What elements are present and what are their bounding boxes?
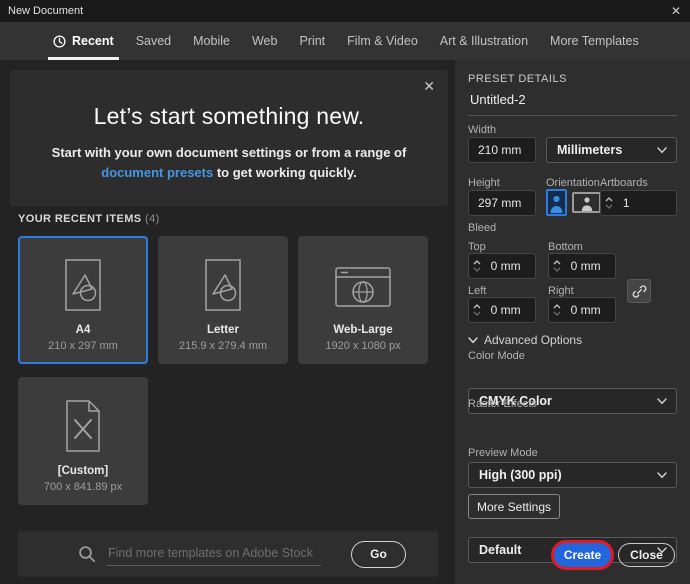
window-title: New Document bbox=[0, 5, 83, 17]
create-button[interactable]: Create bbox=[554, 543, 611, 567]
chevron-down-icon bbox=[657, 147, 667, 154]
preview-mode-value: Default bbox=[469, 543, 521, 557]
search-input[interactable] bbox=[106, 543, 321, 566]
bleed-link-values-button[interactable] bbox=[627, 279, 651, 303]
chevron-down-icon bbox=[657, 472, 667, 479]
bleed-left-field-wrap bbox=[468, 297, 536, 323]
artboards-field-wrap bbox=[600, 190, 677, 216]
preset-dimensions: 210 x 297 mm bbox=[20, 340, 146, 352]
chain-link-icon bbox=[632, 284, 647, 299]
advanced-options-toggle[interactable]: Advanced Options bbox=[468, 333, 582, 347]
recent-items-count: (4) bbox=[145, 213, 160, 225]
chevron-down-icon bbox=[657, 398, 667, 405]
new-document-dialog: New Document ✕ Recent Saved Mobile Web P… bbox=[0, 0, 690, 584]
template-search-bar: Go bbox=[18, 531, 438, 577]
artboards-label: Artboards bbox=[600, 177, 648, 189]
portrait-person-icon bbox=[548, 193, 565, 214]
preset-details-heading: PRESET DETAILS bbox=[468, 73, 567, 85]
preset-name: [Custom] bbox=[18, 465, 148, 477]
preset-card-web-large[interactable]: Web-Large 1920 x 1080 px bbox=[298, 236, 428, 364]
more-settings-button[interactable]: More Settings bbox=[468, 494, 560, 519]
bleed-top-field-wrap bbox=[468, 253, 536, 279]
tab-mobile[interactable]: Mobile bbox=[182, 22, 241, 60]
orientation-label: Orientation bbox=[546, 177, 600, 189]
print-document-icon bbox=[158, 258, 288, 312]
raster-effects-value: High (300 ppi) bbox=[469, 468, 562, 482]
bleed-top-stepper[interactable] bbox=[469, 254, 482, 278]
landscape-person-icon bbox=[580, 196, 594, 211]
recent-items-heading: YOUR RECENT ITEMS (4) bbox=[18, 213, 160, 225]
width-field-wrap bbox=[468, 137, 536, 163]
preset-details-panel: PRESET DETAILS Width Millimeters Height … bbox=[455, 60, 690, 584]
preset-card-a4[interactable]: A4 210 x 297 mm bbox=[18, 236, 148, 364]
hero-subtitle: Start with your own document settings or… bbox=[10, 143, 448, 183]
width-label: Width bbox=[468, 124, 496, 136]
bleed-top-input[interactable] bbox=[482, 259, 535, 273]
bleed-bottom-field-wrap bbox=[548, 253, 616, 279]
tab-film-video[interactable]: Film & Video bbox=[336, 22, 429, 60]
bleed-bottom-input[interactable] bbox=[562, 259, 615, 273]
bleed-left-label: Left bbox=[468, 285, 486, 297]
orientation-landscape-button[interactable] bbox=[572, 192, 601, 213]
bleed-left-stepper[interactable] bbox=[469, 298, 482, 322]
raster-effects-dropdown[interactable]: High (300 ppi) bbox=[468, 462, 677, 488]
preset-dimensions: 215.9 x 279.4 mm bbox=[158, 340, 288, 352]
web-browser-icon bbox=[298, 266, 428, 308]
preset-dimensions: 700 x 841.89 px bbox=[18, 481, 148, 493]
tab-web[interactable]: Web bbox=[241, 22, 288, 60]
document-name-input[interactable] bbox=[468, 90, 677, 116]
bleed-right-label: Right bbox=[548, 285, 574, 297]
chevron-down-icon bbox=[468, 337, 478, 344]
bleed-top-label: Top bbox=[468, 241, 486, 253]
tab-label: Recent bbox=[72, 34, 114, 48]
bleed-bottom-stepper[interactable] bbox=[549, 254, 562, 278]
template-tab-bar: Recent Saved Mobile Web Print Film & Vid… bbox=[0, 22, 690, 60]
preview-mode-label: Preview Mode bbox=[468, 447, 538, 459]
clock-icon bbox=[53, 35, 66, 48]
bleed-right-input[interactable] bbox=[562, 303, 615, 317]
height-input[interactable] bbox=[469, 196, 535, 210]
window-close-icon[interactable]: ✕ bbox=[671, 3, 681, 19]
height-label: Height bbox=[468, 177, 500, 189]
preset-card-letter[interactable]: Letter 215.9 x 279.4 mm bbox=[158, 236, 288, 364]
bleed-right-stepper[interactable] bbox=[549, 298, 562, 322]
document-presets-link[interactable]: document presets bbox=[101, 165, 213, 180]
tab-recent[interactable]: Recent bbox=[42, 22, 125, 60]
hero-subtitle-line1: Start with your own document settings or… bbox=[52, 145, 407, 160]
tab-print[interactable]: Print bbox=[288, 22, 336, 60]
title-bar: New Document ✕ bbox=[0, 0, 690, 22]
preset-name: A4 bbox=[20, 324, 146, 336]
artboards-stepper[interactable] bbox=[601, 191, 614, 215]
orientation-portrait-button[interactable] bbox=[546, 189, 567, 216]
print-document-icon bbox=[20, 258, 146, 312]
search-icon bbox=[78, 545, 96, 563]
custom-document-icon bbox=[18, 399, 148, 453]
content-area: ✕ Let’s start something new. Start with … bbox=[0, 60, 455, 584]
raster-effects-label: Raster Effects bbox=[468, 398, 537, 410]
units-dropdown[interactable]: Millimeters bbox=[546, 137, 677, 163]
height-field-wrap bbox=[468, 190, 536, 216]
width-input[interactable] bbox=[469, 143, 535, 157]
tab-more-templates[interactable]: More Templates bbox=[539, 22, 650, 60]
hero-title: Let’s start something new. bbox=[10, 103, 448, 130]
close-button[interactable]: Close bbox=[618, 543, 675, 567]
bleed-bottom-label: Bottom bbox=[548, 241, 583, 253]
tab-art-illustration[interactable]: Art & Illustration bbox=[429, 22, 539, 60]
preset-name: Letter bbox=[158, 324, 288, 336]
bleed-right-field-wrap bbox=[548, 297, 616, 323]
hero-subtitle-line2: to get working quickly. bbox=[213, 165, 357, 180]
hero-banner: ✕ Let’s start something new. Start with … bbox=[10, 70, 448, 206]
preset-dimensions: 1920 x 1080 px bbox=[298, 340, 428, 352]
units-value: Millimeters bbox=[547, 143, 622, 157]
color-mode-label: Color Mode bbox=[468, 350, 525, 362]
artboards-input[interactable] bbox=[614, 196, 676, 210]
bleed-label: Bleed bbox=[468, 222, 496, 234]
preset-card-custom[interactable]: [Custom] 700 x 841.89 px bbox=[18, 377, 148, 505]
go-button[interactable]: Go bbox=[351, 541, 406, 568]
hero-close-icon[interactable]: ✕ bbox=[423, 78, 435, 95]
bleed-left-input[interactable] bbox=[482, 303, 535, 317]
tab-saved[interactable]: Saved bbox=[125, 22, 182, 60]
preset-name: Web-Large bbox=[298, 324, 428, 336]
